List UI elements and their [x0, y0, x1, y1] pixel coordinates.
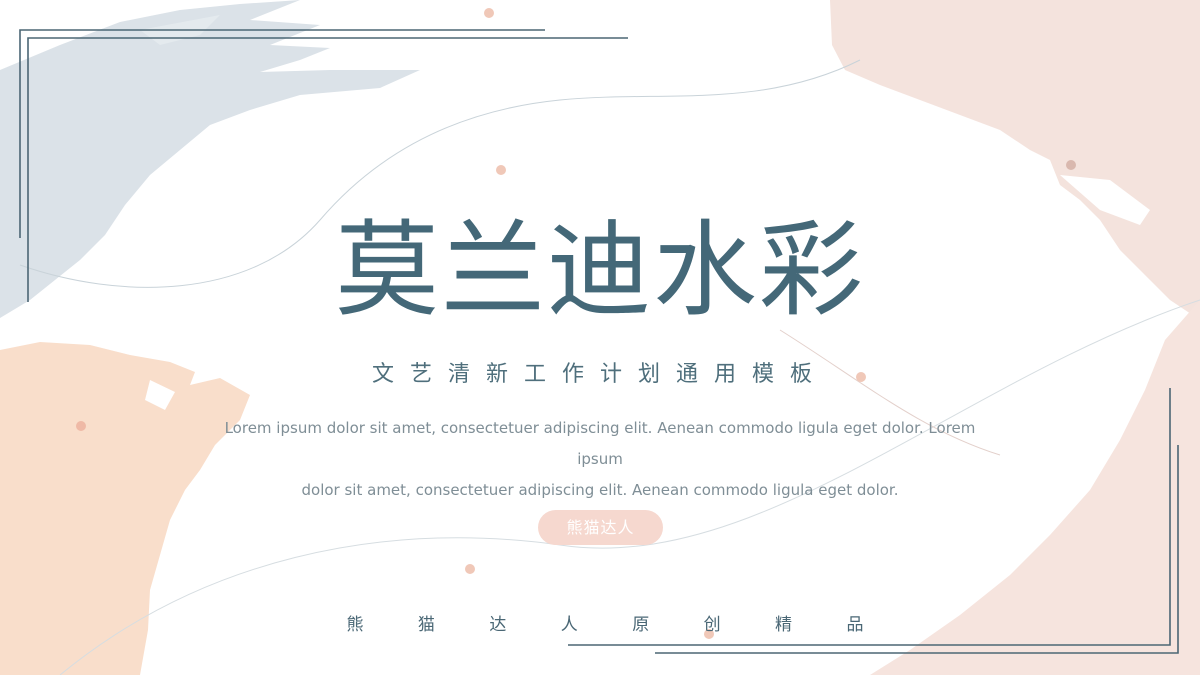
footer-char: 达	[489, 614, 507, 635]
author-badge: 熊猫达人	[538, 510, 663, 545]
footer-char: 品	[846, 614, 864, 635]
decor-dot	[1066, 160, 1076, 170]
decor-dot	[465, 564, 475, 574]
footer-char: 猫	[417, 614, 435, 635]
footer-char: 精	[775, 614, 793, 635]
footer-char: 熊	[346, 614, 364, 635]
decor-dot	[484, 8, 494, 18]
slide-description: Lorem ipsum dolor sit amet, consectetuer…	[200, 413, 1000, 506]
footer-char: 人	[560, 614, 578, 635]
decor-dot	[496, 165, 506, 175]
peach-brush-stroke	[0, 342, 250, 675]
title-slide: 莫兰迪水彩 文艺清新工作计划通用模板 Lorem ipsum dolor sit…	[0, 0, 1200, 675]
decor-dot	[76, 421, 86, 431]
description-line-2: dolor sit amet, consectetuer adipiscing …	[301, 481, 899, 499]
footer-char: 创	[703, 614, 721, 635]
watercolor-background	[0, 0, 1200, 675]
slide-subtitle: 文艺清新工作计划通用模板	[371, 362, 828, 387]
footer-tagline: 熊 猫 达 人 原 创 精 品	[335, 608, 875, 636]
slide-title: 莫兰迪水彩	[334, 209, 865, 331]
footer-char: 原	[632, 614, 650, 635]
description-line-1: Lorem ipsum dolor sit amet, consectetuer…	[224, 419, 976, 468]
